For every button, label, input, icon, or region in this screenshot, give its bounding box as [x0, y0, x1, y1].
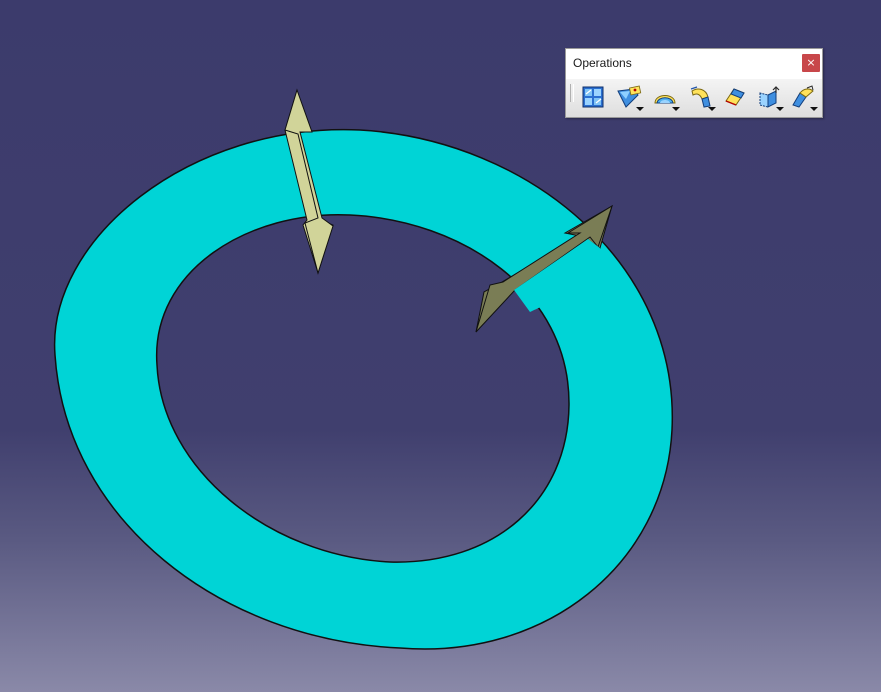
- boundary-icon: [725, 88, 745, 106]
- extract-button[interactable]: [754, 83, 788, 113]
- chevron-down-icon[interactable]: [708, 107, 716, 111]
- extract-icon: [759, 86, 780, 108]
- toolbar-titlebar[interactable]: Operations ×: [566, 49, 822, 79]
- toolbar-body: [566, 79, 822, 117]
- fillet-button[interactable]: [788, 83, 822, 113]
- close-button[interactable]: ×: [802, 54, 820, 72]
- healing-button[interactable]: [614, 83, 648, 113]
- healing-icon: [617, 85, 642, 108]
- split-button[interactable]: [686, 83, 720, 113]
- join-button[interactable]: [578, 83, 612, 113]
- boundary-button[interactable]: [720, 83, 754, 113]
- ring-surface[interactable]: [53, 128, 673, 650]
- fillet-icon: [792, 85, 814, 108]
- split-icon: [690, 86, 711, 108]
- untrim-button[interactable]: [650, 83, 684, 113]
- chevron-down-icon[interactable]: [810, 107, 818, 111]
- untrim-icon: [654, 95, 676, 104]
- join-icon: [582, 86, 604, 108]
- toolbar-grip[interactable]: [570, 84, 574, 102]
- chevron-down-icon[interactable]: [672, 107, 680, 111]
- operations-toolbar[interactable]: Operations ×: [565, 48, 823, 118]
- toolbar-title: Operations: [573, 56, 632, 70]
- chevron-down-icon[interactable]: [776, 107, 784, 111]
- chevron-down-icon[interactable]: [636, 107, 644, 111]
